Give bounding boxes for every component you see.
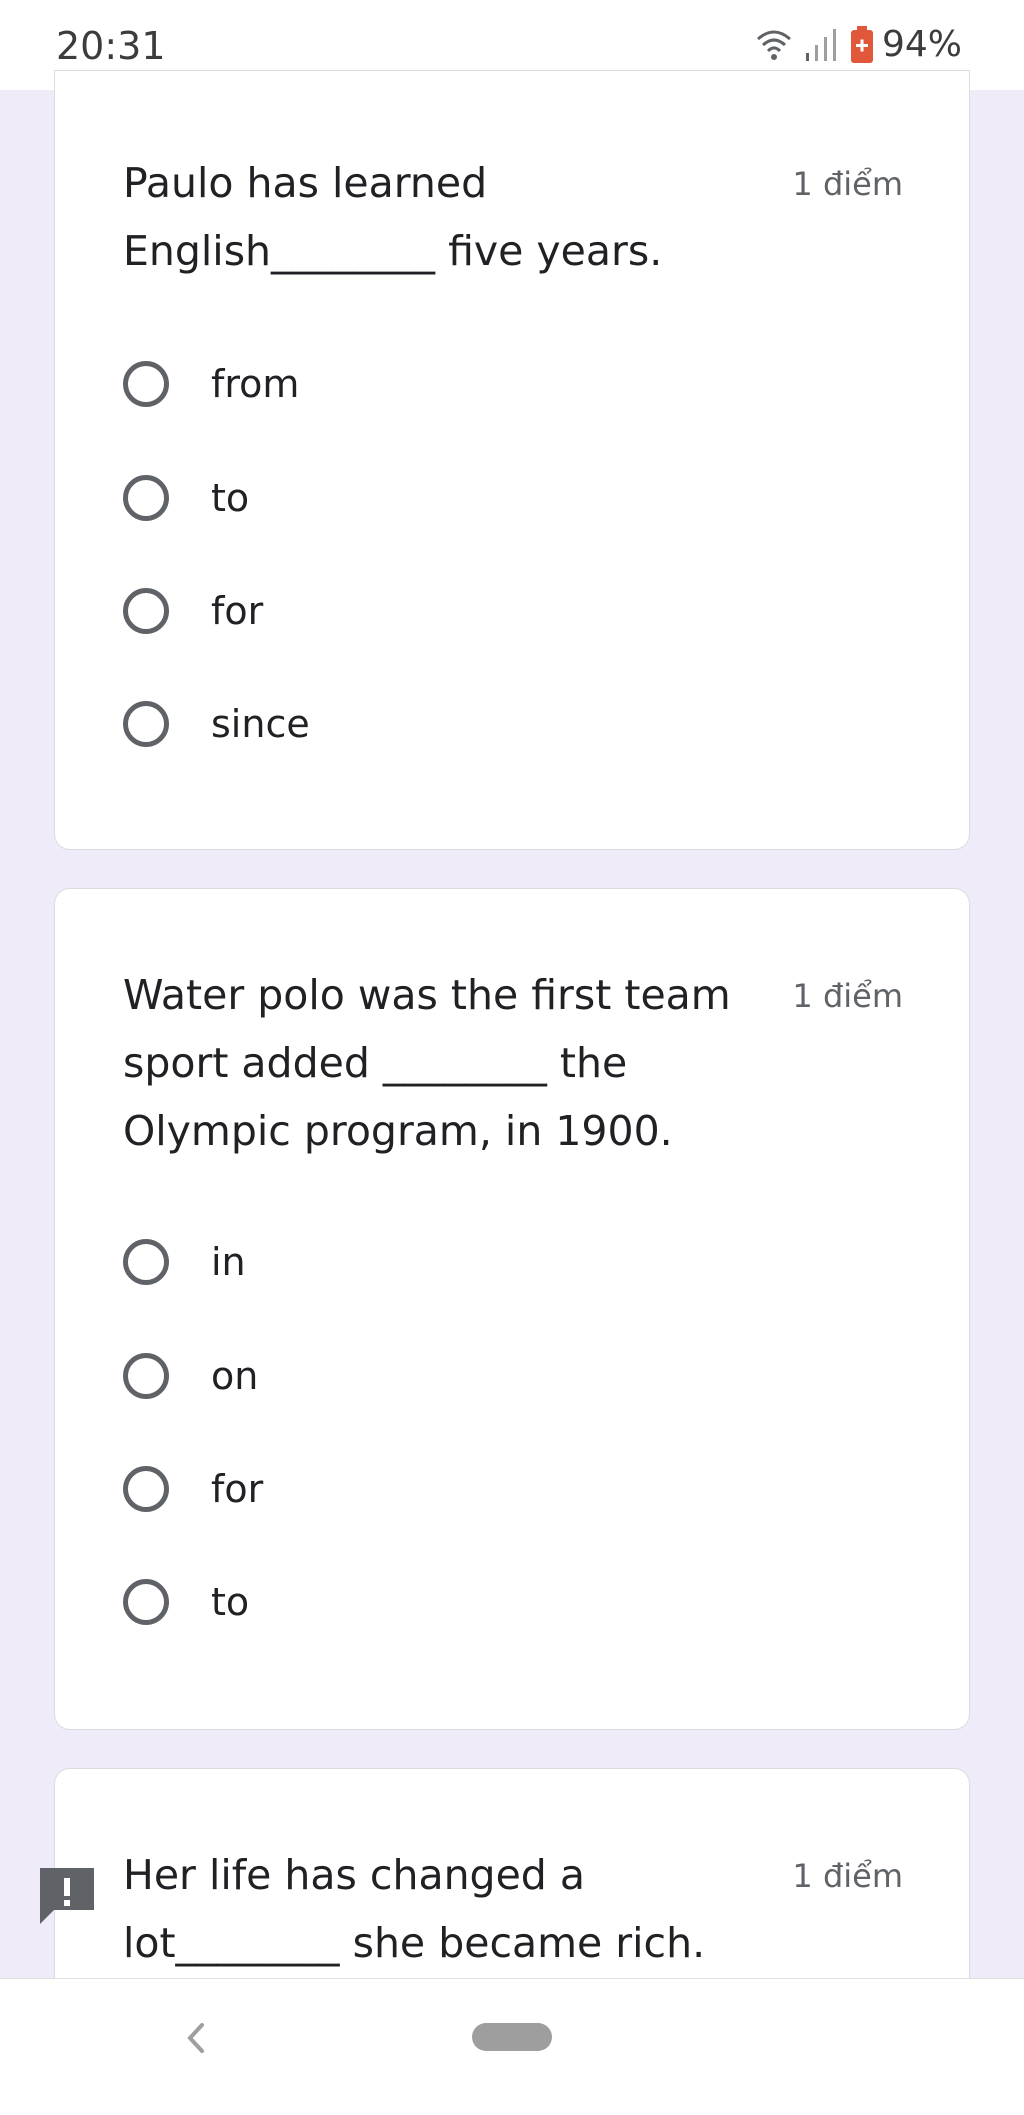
question-text: Paulo has learned English________ five y… <box>123 149 763 285</box>
radio-option[interactable]: from <box>123 349 823 419</box>
navigation-bar <box>0 1978 1024 2115</box>
report-problem-icon[interactable] <box>38 1866 98 1926</box>
back-icon[interactable] <box>180 2013 210 2063</box>
radio-option[interactable]: on <box>123 1341 823 1411</box>
question-card: Water polo was the first team sport adde… <box>54 888 970 1730</box>
radio-option[interactable]: in <box>123 1227 823 1297</box>
option-label: on <box>211 1354 259 1398</box>
battery-percent: 94% <box>881 24 962 65</box>
option-label: for <box>211 589 264 633</box>
question-line: Water polo was the first team <box>123 971 731 1019</box>
question-line: lot________ she became rich. <box>123 1919 706 1967</box>
wifi-icon <box>754 27 794 63</box>
question-text: Water polo was the first team sport adde… <box>123 961 763 1165</box>
option-label: since <box>211 702 310 746</box>
option-label: for <box>211 1467 264 1511</box>
question-line: sport added ________ the <box>123 1039 628 1087</box>
radio-button[interactable] <box>123 588 169 634</box>
option-label: to <box>211 476 250 520</box>
question-card: Paulo has learned English________ five y… <box>54 70 970 850</box>
radio-option[interactable]: to <box>123 463 823 533</box>
radio-button[interactable] <box>123 361 169 407</box>
option-label: from <box>211 362 300 406</box>
radio-button[interactable] <box>123 1579 169 1625</box>
question-points: 1 điểm <box>792 977 903 1015</box>
radio-option[interactable]: to <box>123 1567 823 1637</box>
question-points: 1 điểm <box>792 1857 903 1895</box>
question-points: 1 điểm <box>792 165 903 203</box>
radio-button[interactable] <box>123 1353 169 1399</box>
question-line: English________ five years. <box>123 227 663 275</box>
question-line: Her life has changed a <box>123 1851 585 1899</box>
option-label: to <box>211 1580 250 1624</box>
battery-icon <box>850 25 874 64</box>
status-time: 20:31 <box>56 24 166 68</box>
home-pill-icon[interactable] <box>472 2023 552 2051</box>
signal-icon <box>802 27 842 63</box>
radio-button[interactable] <box>123 701 169 747</box>
status-icons: 94% <box>754 24 962 65</box>
radio-option[interactable]: for <box>123 1454 823 1524</box>
question-text: Her life has changed a lot________ she b… <box>123 1841 763 1977</box>
radio-option[interactable]: for <box>123 576 823 646</box>
question-line: Olympic program, in 1900. <box>123 1107 673 1155</box>
radio-button[interactable] <box>123 475 169 521</box>
question-line: Paulo has learned <box>123 159 488 207</box>
radio-option[interactable]: since <box>123 689 823 759</box>
radio-button[interactable] <box>123 1239 169 1285</box>
option-label: in <box>211 1240 246 1284</box>
radio-button[interactable] <box>123 1466 169 1512</box>
